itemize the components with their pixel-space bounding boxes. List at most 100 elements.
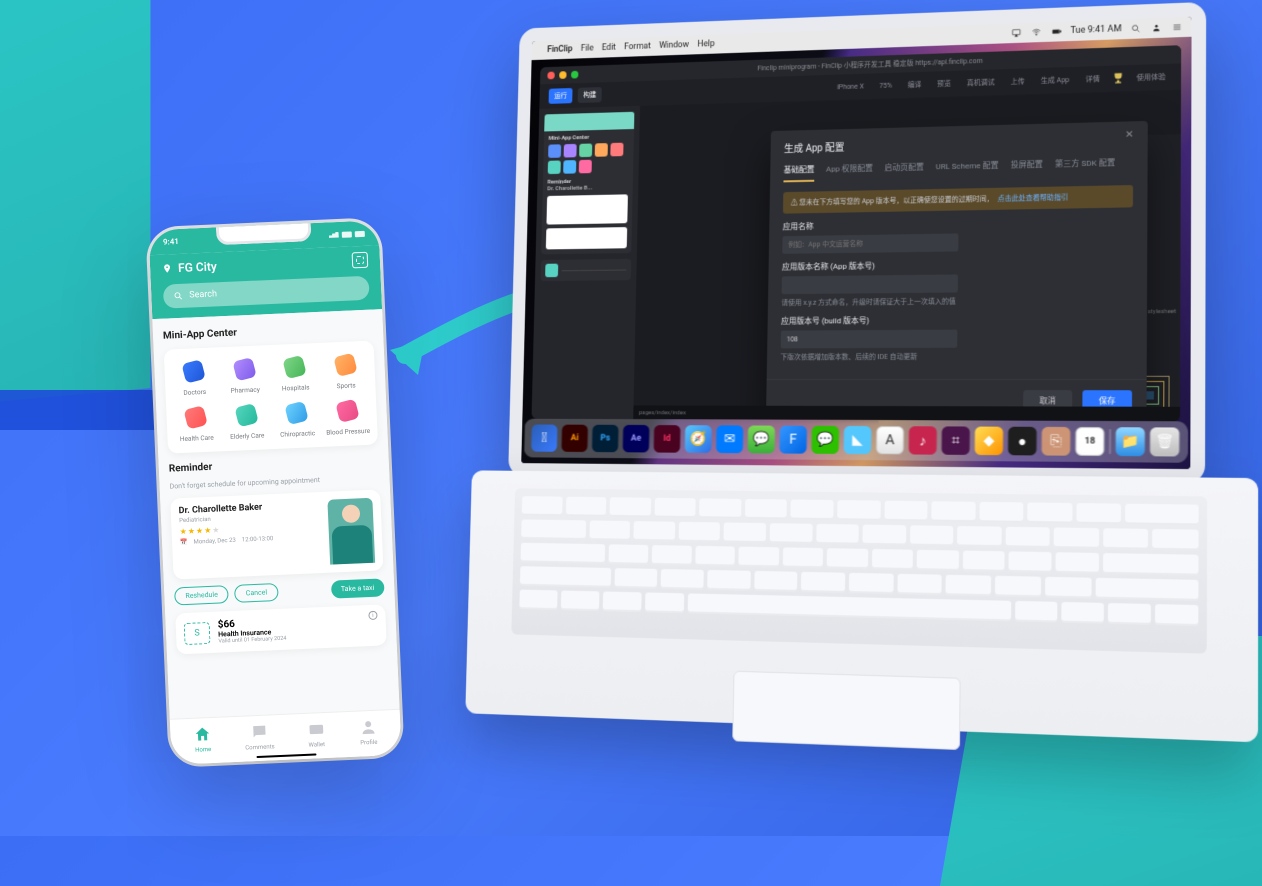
nav-wallet[interactable]: Wallet [306, 719, 327, 749]
toolbar-run-button[interactable]: 运行 [549, 88, 573, 104]
hospital-icon [283, 355, 307, 379]
take-taxi-button[interactable]: Take a taxi [331, 578, 385, 598]
appointment-date: Monday, Dec 23 [193, 537, 236, 546]
ide-sidebar-simulator: Mini-App Center [532, 106, 641, 419]
mini-app-chiropractic[interactable]: Chiropractic [273, 399, 321, 439]
laptop-mockup: FinClip File Edit Format Window Help Tue… [464, 0, 1258, 774]
mini-app-health-care[interactable]: Health Care [172, 403, 220, 443]
dock-wechat-icon[interactable]: 💬 [811, 426, 839, 454]
version-input[interactable] [782, 274, 958, 294]
mini-app-pharmacy[interactable]: Pharmacy [221, 355, 269, 395]
dock-sketch-icon[interactable]: ◆ [975, 427, 1004, 456]
ticket-icon: S [184, 621, 211, 644]
dock-slack-icon[interactable]: ⌗ [942, 426, 970, 455]
warning-link[interactable]: 点击此处查看帮助指引 [997, 192, 1068, 203]
menubar-help[interactable]: Help [697, 39, 714, 49]
nav-home[interactable]: Home [192, 724, 213, 754]
nav-profile[interactable]: Profile [358, 717, 379, 747]
search-icon [173, 291, 183, 301]
window-zoom-icon[interactable] [571, 71, 578, 79]
window-minimize-icon[interactable] [559, 71, 566, 79]
menubar-app-name[interactable]: FinClip [547, 44, 573, 54]
mini-app-elderly-care[interactable]: Elderly Care [223, 401, 271, 441]
dialog-tab-sdk[interactable]: 第三方 SDK 配置 [1055, 157, 1115, 176]
dock-figma-icon[interactable]: ● [1008, 427, 1037, 456]
dock-flutter-icon[interactable]: ◣ [844, 426, 872, 454]
toolbar-build-button[interactable]: 构建 [578, 87, 602, 103]
insurance-card[interactable]: S $66 Health Insurance Valid until 01 Fe… [175, 604, 387, 654]
dock-mail-icon[interactable]: ✉︎ [716, 425, 743, 453]
dock-finclip-icon[interactable]: F [779, 426, 807, 454]
nav-comments[interactable]: Comments [244, 721, 275, 751]
app-name-label: 应用名称 [783, 215, 1133, 232]
menubar-file[interactable]: File [581, 44, 594, 54]
dock-messages-icon[interactable]: 💬 [748, 425, 775, 453]
toolbar-realdevice[interactable]: 真机调试 [962, 74, 1000, 91]
search-input[interactable]: Search [163, 276, 370, 309]
dock-trash-icon[interactable]: 🗑 [1150, 427, 1179, 456]
sim-mini-title: Mini-App Center [549, 133, 630, 142]
dock-brackets-icon[interactable]: ⎘ [1042, 427, 1071, 456]
window-close-icon[interactable] [547, 72, 554, 80]
dock-calendar-icon[interactable]: 18 [1075, 427, 1104, 456]
spotlight-icon[interactable] [1130, 23, 1142, 33]
dialog-tab-launch[interactable]: 启动页配置 [884, 162, 924, 181]
dialog-tab-basic[interactable]: 基础配置 [783, 164, 814, 182]
dialog-tab-cast[interactable]: 投屏配置 [1010, 159, 1042, 178]
app-name-input[interactable] [782, 233, 958, 253]
toolbar-compile[interactable]: 编译 [903, 77, 927, 93]
leaf-icon [234, 403, 258, 427]
toolbar-preview[interactable]: 预览 [932, 76, 956, 93]
search-placeholder: Search [189, 289, 217, 300]
dock-netease-icon[interactable]: ♪ [909, 426, 937, 454]
build-label: 应用版本号 (build 版本号) [781, 313, 1132, 326]
dock-finder-icon[interactable]: 􀎞 [531, 424, 557, 451]
menubar-window[interactable]: Window [659, 40, 689, 51]
toolbar-upload[interactable]: 上传 [1006, 73, 1030, 90]
dock-folder-icon[interactable]: 📁 [1116, 427, 1145, 456]
mini-app-sports[interactable]: Sports [321, 351, 369, 391]
dock-aftereffects-icon[interactable]: Ae [623, 425, 650, 453]
location-selector[interactable]: FG City [162, 259, 217, 275]
control-center-icon[interactable] [1171, 22, 1183, 33]
toolbar-zoom[interactable]: 75% [874, 79, 897, 93]
toolbar-genapp[interactable]: 生成 App [1036, 72, 1075, 89]
profile-icon [358, 717, 379, 738]
mini-app-hospitals[interactable]: Hospitals [271, 353, 319, 393]
dialog-close-button[interactable]: ✕ [1125, 129, 1137, 141]
scan-icon[interactable] [352, 252, 369, 269]
menubar-format[interactable]: Format [624, 42, 651, 52]
reminder-title: Reminder [169, 454, 379, 474]
dock-indesign-icon[interactable]: Id [654, 425, 681, 453]
toolbar-device[interactable]: iPhone X [832, 79, 869, 94]
battery-icon[interactable] [1050, 26, 1062, 36]
airplay-icon[interactable] [1010, 28, 1022, 38]
dock-photoshop-icon[interactable]: Ps [592, 425, 619, 452]
dialog-tab-perm[interactable]: App 权限配置 [826, 163, 873, 182]
dialog-tab-url[interactable]: URL Scheme 配置 [935, 160, 998, 179]
reschedule-button[interactable]: Reshedule [174, 585, 229, 605]
sim-tab-ic [545, 264, 558, 278]
build-input[interactable] [781, 330, 958, 349]
toolbar-details[interactable]: 详情 [1080, 71, 1105, 88]
menubar-edit[interactable]: Edit [602, 43, 616, 53]
toolbar-username[interactable]: 使用体验 [1131, 69, 1170, 86]
ide-window: Finclip miniprogram - FinClip 小程序开发工具 稳定… [532, 45, 1182, 421]
user-icon[interactable] [1150, 23, 1162, 34]
trophy-icon[interactable] [1111, 71, 1125, 86]
mini-app-blood-pressure[interactable]: Blood Pressure [323, 397, 371, 437]
dock-appstore-icon[interactable]: A [876, 426, 904, 454]
dock-illustrator-icon[interactable]: Ai [561, 425, 588, 452]
wifi-icon[interactable] [1030, 27, 1042, 37]
mini-app-doctors[interactable]: Doctors [170, 357, 218, 397]
info-icon[interactable]: i [368, 611, 377, 620]
sim-ic [548, 160, 561, 174]
bottom-nav: Home Comments Wallet Profile [170, 709, 402, 765]
home-indicator [256, 753, 316, 758]
dock-safari-icon[interactable]: 🧭 [685, 425, 712, 453]
cancel-button[interactable]: Cancel [234, 583, 278, 603]
reminder-card[interactable]: Dr. Charollette Baker Pediatrician ★★★★★… [170, 489, 383, 579]
calendar-icon: 📅 [180, 539, 188, 546]
wifi-icon [342, 231, 352, 237]
pin-icon [162, 261, 173, 275]
